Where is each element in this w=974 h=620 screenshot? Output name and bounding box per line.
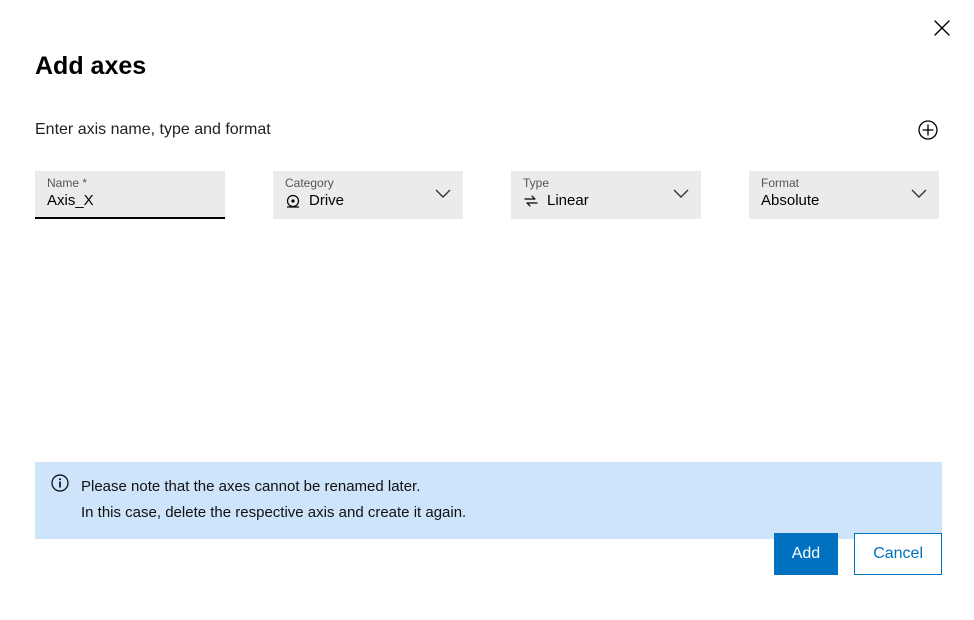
type-label: Type (523, 177, 691, 189)
add-row-button[interactable] (917, 119, 939, 141)
format-label: Format (761, 177, 929, 189)
field-row: Name * Category Drive Type Linear (0, 141, 974, 219)
dialog-footer: Add Cancel (774, 533, 942, 575)
format-select[interactable]: Format Absolute (749, 171, 939, 219)
drive-icon (285, 193, 301, 209)
add-axes-dialog: Add axes Enter axis name, type and forma… (0, 0, 974, 620)
linear-icon (523, 193, 539, 209)
type-select[interactable]: Type Linear (511, 171, 701, 219)
plus-circle-icon (918, 120, 938, 140)
info-line-1: Please note that the axes cannot be rena… (81, 474, 466, 500)
info-banner: Please note that the axes cannot be rena… (35, 462, 942, 539)
format-value: Absolute (761, 192, 929, 209)
dialog-subtitle: Enter axis name, type and format (35, 121, 271, 139)
info-icon (51, 474, 69, 492)
type-value: Linear (547, 192, 691, 209)
name-field[interactable]: Name * (35, 171, 225, 219)
category-select[interactable]: Category Drive (273, 171, 463, 219)
add-button[interactable]: Add (774, 533, 838, 575)
category-label: Category (285, 177, 453, 189)
name-input[interactable] (47, 192, 215, 209)
info-line-2: In this case, delete the respective axis… (81, 500, 466, 526)
name-label: Name * (47, 177, 215, 189)
category-value: Drive (309, 192, 453, 209)
close-icon (934, 20, 950, 36)
info-text: Please note that the axes cannot be rena… (81, 474, 466, 525)
dialog-title: Add axes (0, 0, 974, 81)
close-button[interactable] (932, 18, 952, 38)
cancel-button[interactable]: Cancel (854, 533, 942, 575)
